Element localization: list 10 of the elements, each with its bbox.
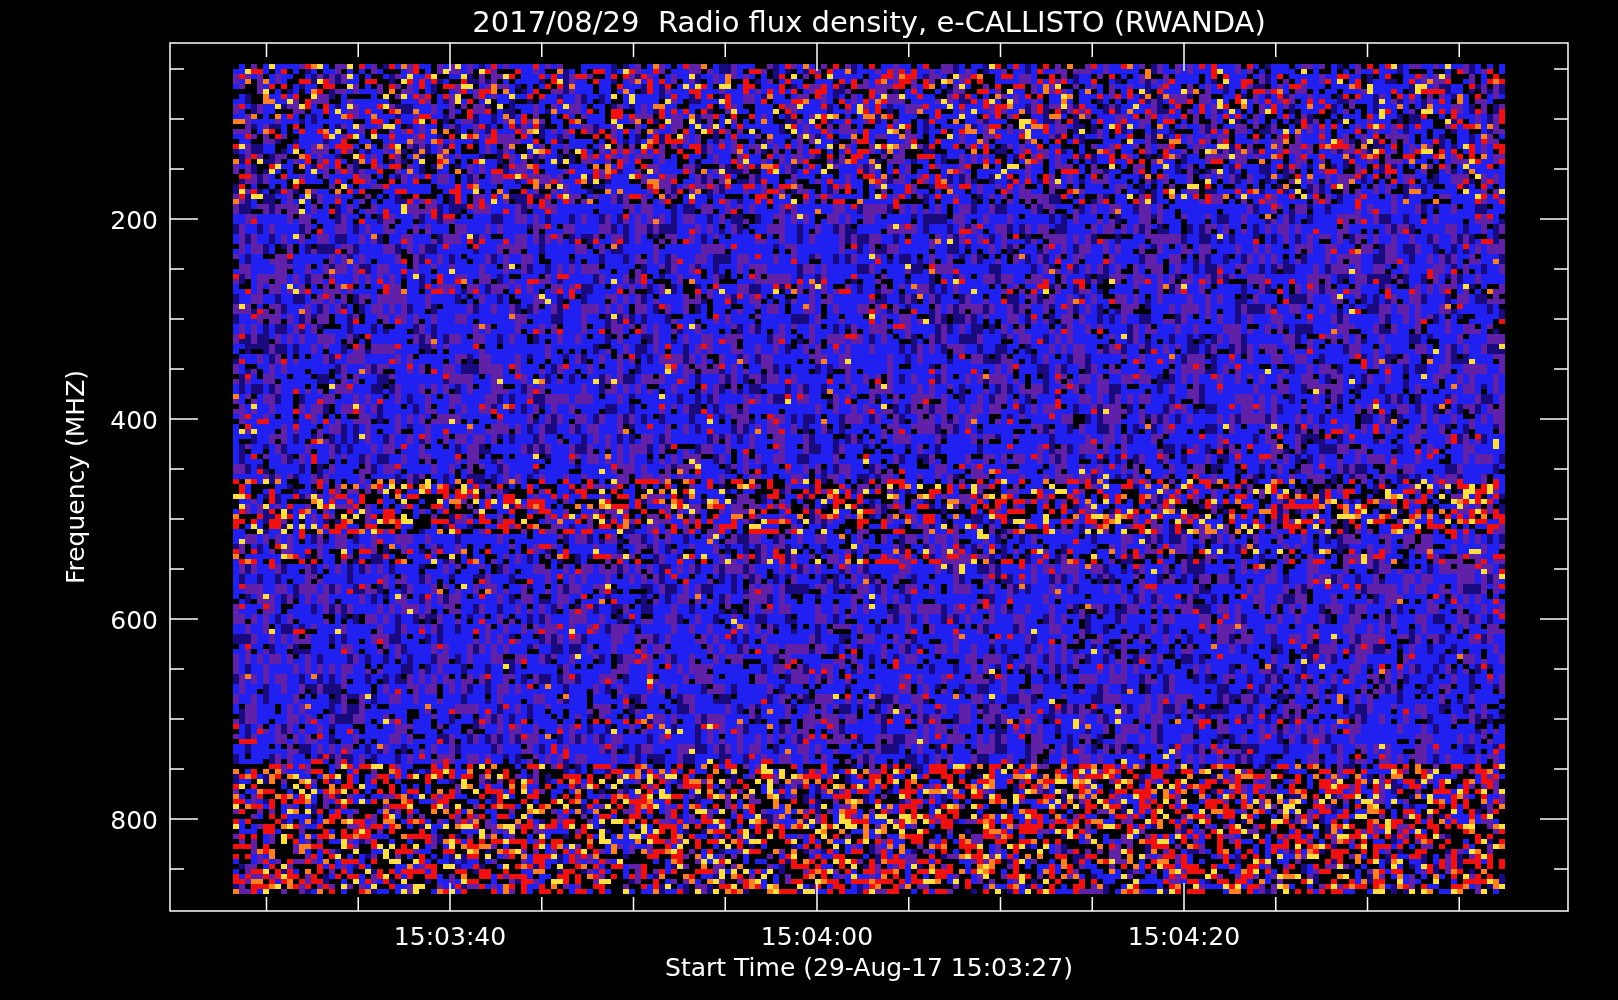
y-tick-label: 800 [110, 806, 158, 835]
chart-title: 2017/08/29 Radio flux density, e-CALLISTO (RWANDA) [472, 5, 1266, 39]
x-axis-label: Start Time (29-Aug-17 15:03:27) [665, 953, 1073, 982]
y-tick-label: 600 [110, 606, 158, 635]
y-tick-label: 200 [110, 206, 158, 235]
x-tick-label: 15:04:20 [1127, 922, 1241, 951]
x-tick-label: 15:04:00 [760, 922, 874, 951]
y-axis-label: Frequency (MHZ) [61, 369, 90, 585]
y-tick-label: 400 [110, 406, 158, 435]
x-tick-label: 15:03:40 [393, 922, 507, 951]
